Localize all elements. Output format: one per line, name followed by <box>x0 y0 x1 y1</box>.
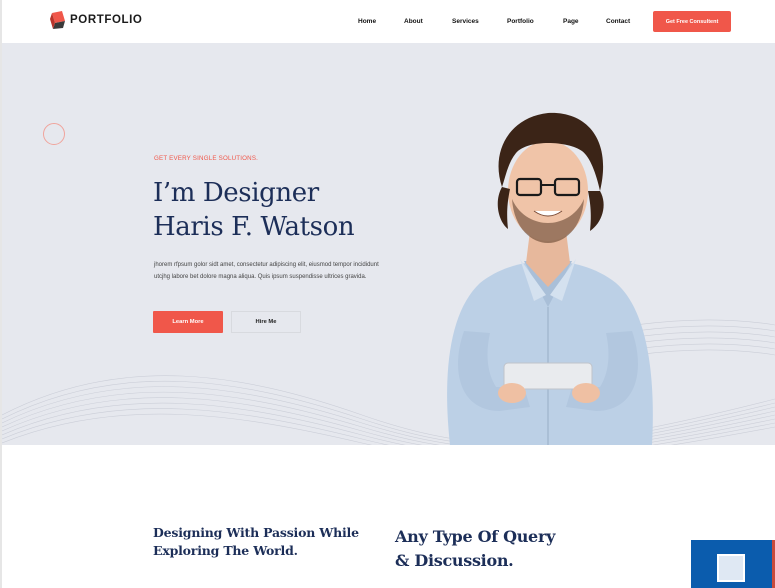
nav-contact[interactable]: Contact <box>606 18 630 25</box>
tagline-line-1: Designing With Passion While <box>153 525 359 540</box>
section-query-heading: Any Type Of Query & Discussion. <box>395 525 555 573</box>
nav-services[interactable]: Services <box>452 18 479 25</box>
designer-portrait-image <box>447 112 653 445</box>
logo-cube-icon <box>50 11 65 29</box>
nav-home[interactable]: Home <box>358 18 376 25</box>
chat-widget-button[interactable] <box>691 540 775 588</box>
logo-text: PORTFOLIO <box>70 14 143 26</box>
nav-page[interactable]: Page <box>563 18 579 25</box>
tagline-line-2: Exploring The World. <box>153 543 298 558</box>
section-tagline: Designing With Passion While Exploring T… <box>153 524 359 560</box>
get-free-consultent-button[interactable]: Get Free Consultent <box>653 11 731 32</box>
chat-widget-icon <box>717 554 745 582</box>
hero-eyebrow: GET EVERY SINGLE SOLUTIONS. <box>154 155 259 162</box>
query-line-1: Any Type Of Query <box>395 527 556 546</box>
headline-line-1: I’m Designer <box>153 178 319 208</box>
nav-portfolio[interactable]: Portfolio <box>507 18 534 25</box>
query-line-2: & Discussion. <box>395 551 514 570</box>
decorative-circle <box>43 123 65 145</box>
site-header: PORTFOLIO Home About Services Portfolio … <box>2 0 775 43</box>
nav-about[interactable]: About <box>404 18 423 25</box>
logo[interactable]: PORTFOLIO <box>50 11 142 29</box>
hero-section: GET EVERY SINGLE SOLUTIONS. I’m Designer… <box>2 43 775 445</box>
hero-description: jhorem rfpsum golor sidt amet, consectet… <box>154 262 379 280</box>
headline-line-2: Haris F. Watson <box>153 212 355 242</box>
learn-more-button[interactable]: Learn More <box>153 311 223 333</box>
hero-headline: I’m Designer Haris F. Watson <box>153 176 355 244</box>
hire-me-button[interactable]: Hire Me <box>231 311 301 333</box>
